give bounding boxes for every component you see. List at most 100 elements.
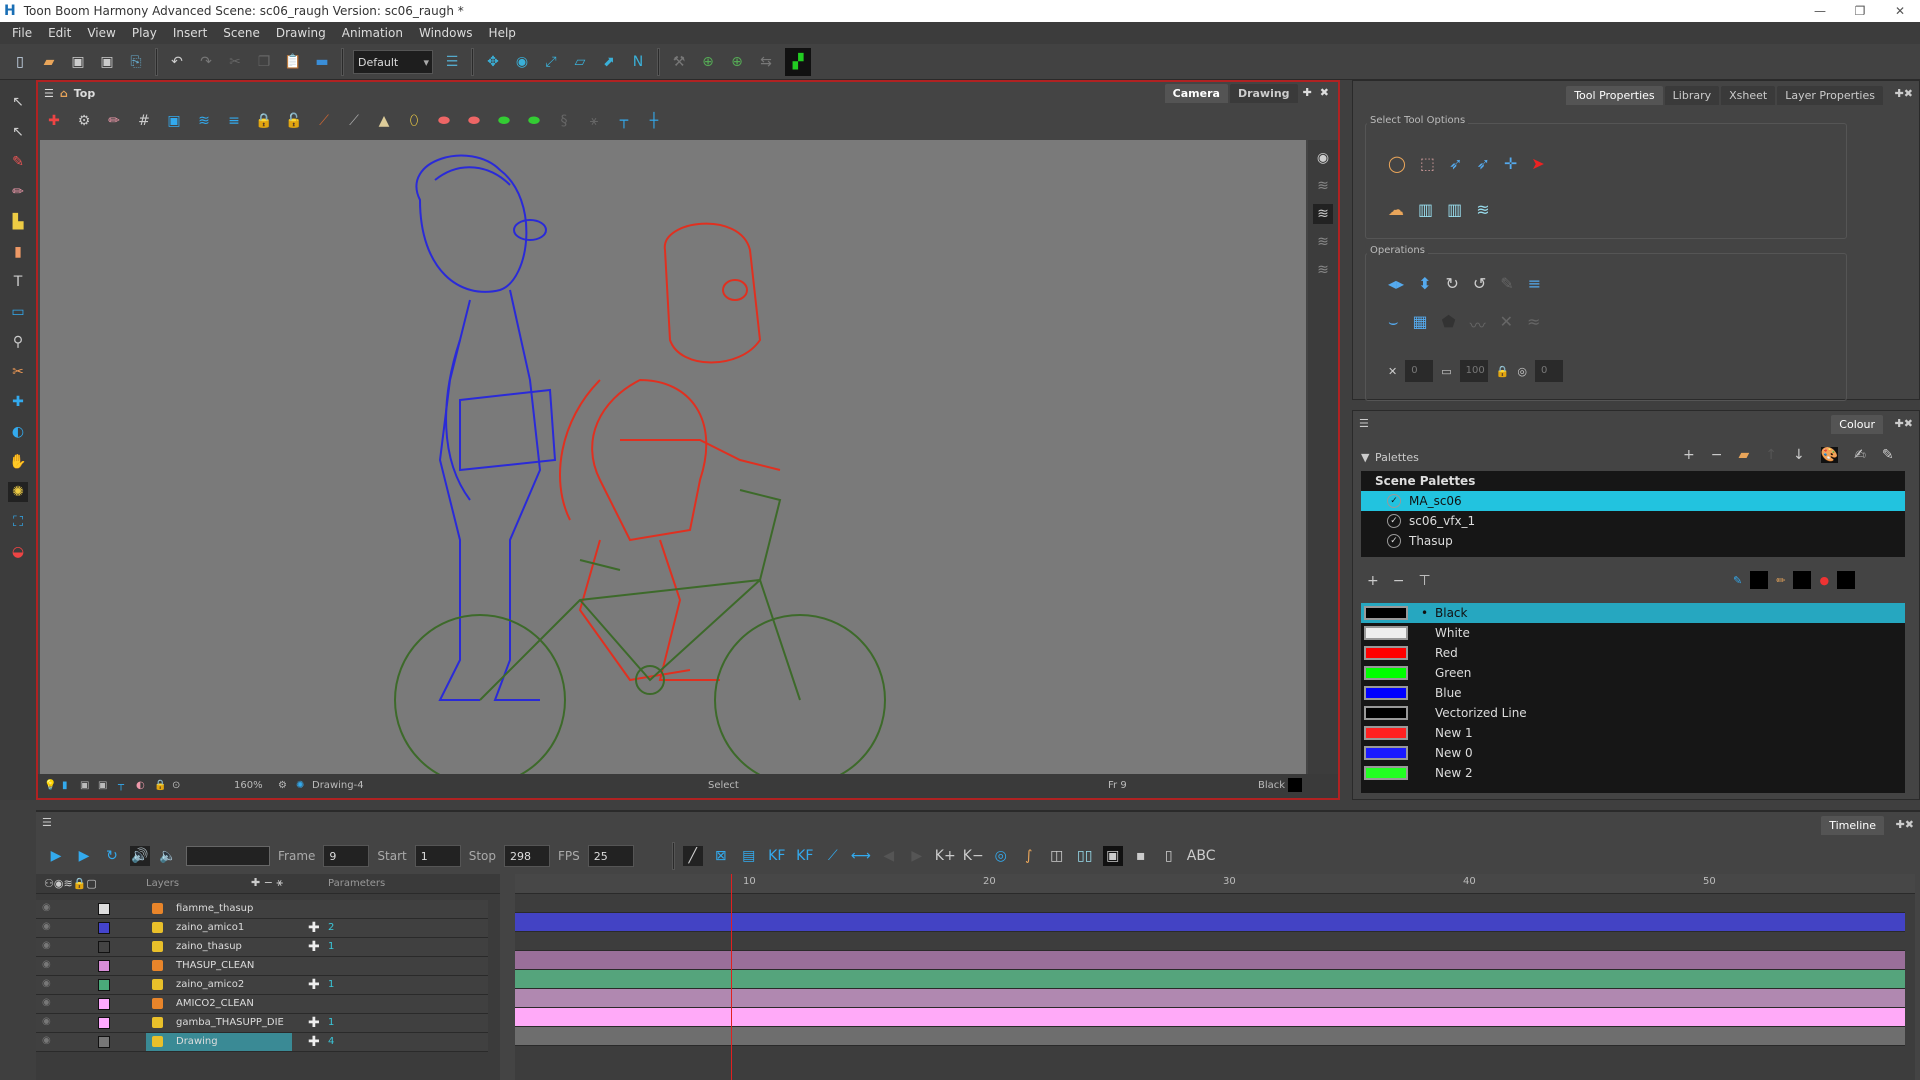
onion-view-icon[interactable]: ◐	[136, 780, 145, 791]
layer-colour-swatch[interactable]	[98, 941, 110, 953]
frame-field[interactable]: 9	[323, 845, 370, 867]
rectangle-tool-icon[interactable]: ▭	[8, 302, 28, 322]
morphing-tool-icon[interactable]: ◐	[8, 422, 28, 442]
layer-visibility-icon[interactable]: ◉	[42, 902, 51, 913]
light-icon[interactable]: 💡	[44, 780, 56, 791]
mask-icon[interactable]: ▣	[98, 780, 107, 791]
layer-row[interactable]: ◉ THASUP_CLEAN	[36, 957, 488, 976]
save-icon[interactable]: ▣	[68, 52, 88, 72]
remove-palette-icon[interactable]: −	[1711, 447, 1723, 463]
expand-params-icon[interactable]: ✚	[308, 1014, 320, 1032]
tab-timeline[interactable]: Timeline	[1821, 816, 1884, 835]
layer-track[interactable]	[515, 1008, 1905, 1027]
restore-button[interactable]: ❐	[1840, 0, 1880, 22]
menu-animation[interactable]: Animation	[334, 26, 411, 40]
palette-item[interactable]: ✓ sc06_vfx_1	[1361, 511, 1905, 531]
palettes-toggle-icon[interactable]: ▼	[1361, 451, 1369, 464]
view-menu-icon[interactable]: ☰	[44, 87, 54, 100]
translate-icon[interactable]: ✥	[483, 52, 503, 72]
zoom-level[interactable]: 160%	[234, 780, 263, 791]
ease-icon[interactable]: ∫	[1019, 846, 1039, 866]
text-tool-icon[interactable]: T	[8, 272, 28, 292]
onion-remove-icon[interactable]: ⬬	[464, 111, 484, 131]
select-tool-icon[interactable]: ↖	[8, 92, 28, 112]
flip-vertical-icon[interactable]: ⬍	[1418, 274, 1431, 293]
layer-visibility-icon[interactable]: ◉	[42, 921, 51, 932]
swatch-item[interactable]: Vectorized Line	[1361, 703, 1905, 723]
layers-current-icon[interactable]: ≋	[1313, 204, 1333, 224]
layer-track[interactable]	[515, 913, 1905, 932]
peg-parent-icon[interactable]: ⊕	[727, 52, 747, 72]
layers-below-icon[interactable]: ≋	[1313, 232, 1333, 252]
layer-name[interactable]: fiamme_thasup	[146, 900, 292, 918]
palette-icon[interactable]: 🎨	[1820, 447, 1839, 463]
duplicate-drawing-icon[interactable]: ▤	[739, 846, 759, 866]
frame-icon[interactable]: ▣	[80, 780, 89, 791]
width-field[interactable]: 0	[1405, 360, 1434, 382]
layer-name[interactable]: gamba_THASUPP_DIE	[146, 1014, 292, 1032]
scale-icon[interactable]: ⤢	[541, 52, 561, 72]
select-by-colour-icon[interactable]: ➤	[1531, 154, 1544, 173]
move-up-icon[interactable]: ↑	[1765, 447, 1777, 463]
add-palette-icon[interactable]: +	[1683, 447, 1695, 463]
tab-tool-properties[interactable]: Tool Properties	[1566, 86, 1663, 105]
add-colour-icon[interactable]: +	[1367, 573, 1379, 589]
play-icon[interactable]: ▶	[46, 846, 66, 866]
layer-colour-swatch[interactable]	[98, 1017, 110, 1029]
decrease-exposure-icon[interactable]: K−	[963, 846, 984, 866]
layer-visibility-icon[interactable]: ◉	[42, 940, 51, 951]
start-field[interactable]: 1	[414, 845, 461, 867]
remove-icon[interactable]: ≈	[1527, 312, 1540, 336]
layer-row[interactable]: ◉ fiamme_thasup	[36, 900, 488, 919]
guide-v-icon[interactable]: ┼	[644, 111, 664, 131]
timeline-tracks[interactable]: 10 20 30 40 50	[515, 874, 1915, 1080]
extend-exposure-icon[interactable]: ▯▯	[1075, 846, 1095, 866]
tab-library[interactable]: Library	[1664, 86, 1720, 105]
panel-add-close-icon[interactable]: ✚✖	[1895, 87, 1913, 100]
layer-visibility-icon[interactable]: ◉	[42, 1016, 51, 1027]
drawing-icon[interactable]: ✺	[296, 780, 304, 791]
tab-layer-properties[interactable]: Layer Properties	[1777, 86, 1883, 105]
safe-area-icon[interactable]: ▣	[164, 111, 184, 131]
rigging-icon[interactable]: ⚒	[669, 52, 689, 72]
sound-icon[interactable]: 🔊	[130, 846, 150, 866]
increase-exposure-icon[interactable]: K+	[935, 846, 956, 866]
cutter-tool-icon[interactable]: ✂	[8, 362, 28, 382]
paste-icon[interactable]: 📋	[283, 52, 303, 72]
dropper-tool-icon[interactable]: ⚲	[8, 332, 28, 352]
lasso-layers-icon[interactable]: ☁	[1388, 200, 1404, 219]
deformer-icon[interactable]: ⇆	[756, 52, 776, 72]
layer-visibility-icon[interactable]: ◉	[42, 959, 51, 970]
layer-name[interactable]: Drawing	[146, 1033, 292, 1051]
panel-add-close-icon[interactable]: ✚✖	[1896, 818, 1914, 831]
lamp-small-icon[interactable]: ▮	[62, 780, 68, 791]
edit-palette-icon[interactable]: ✍	[1854, 447, 1866, 463]
swatch-item[interactable]: Green	[1361, 663, 1905, 683]
menu-scene[interactable]: Scene	[215, 26, 268, 40]
redo-icon[interactable]: ↷	[196, 52, 216, 72]
motion-keyframe-icon[interactable]: ⟋	[823, 846, 843, 866]
ruler-icon[interactable]: ⟋	[314, 111, 334, 131]
menu-insert[interactable]: Insert	[165, 26, 215, 40]
panel-menu-icon[interactable]: ☰	[1359, 417, 1369, 430]
paint-colour-icon[interactable]: ●	[1819, 574, 1829, 587]
stroke-tool-icon[interactable]: ✚	[8, 392, 28, 412]
swatch-item[interactable]: Blue	[1361, 683, 1905, 703]
tab-colour[interactable]: Colour	[1831, 415, 1883, 434]
remove-colour-icon[interactable]: −	[1393, 573, 1405, 589]
workspace-manager-icon[interactable]: ☰	[442, 52, 462, 72]
menu-edit[interactable]: Edit	[40, 26, 79, 40]
create-template-icon[interactable]: ▦	[1413, 312, 1428, 336]
brush-tool-icon[interactable]: ✎	[8, 152, 28, 172]
contour-editor-icon[interactable]: ↖	[8, 122, 28, 142]
guide-icon[interactable]: ⟋	[344, 111, 364, 131]
layer-colour-swatch[interactable]	[98, 960, 110, 972]
shift-icon[interactable]: ⚹	[584, 111, 604, 131]
lasso-icon[interactable]: ◯	[1388, 154, 1406, 173]
layer-visibility-icon[interactable]: ◉	[42, 1035, 51, 1046]
swatch-item[interactable]: • Black	[1361, 603, 1905, 623]
mirror-icon[interactable]: ⬯	[404, 111, 424, 131]
apply-next-icon[interactable]: ▥	[1447, 200, 1462, 219]
tab-drawing[interactable]: Drawing	[1229, 84, 1298, 103]
pencil-icon[interactable]: ✏	[104, 111, 124, 131]
